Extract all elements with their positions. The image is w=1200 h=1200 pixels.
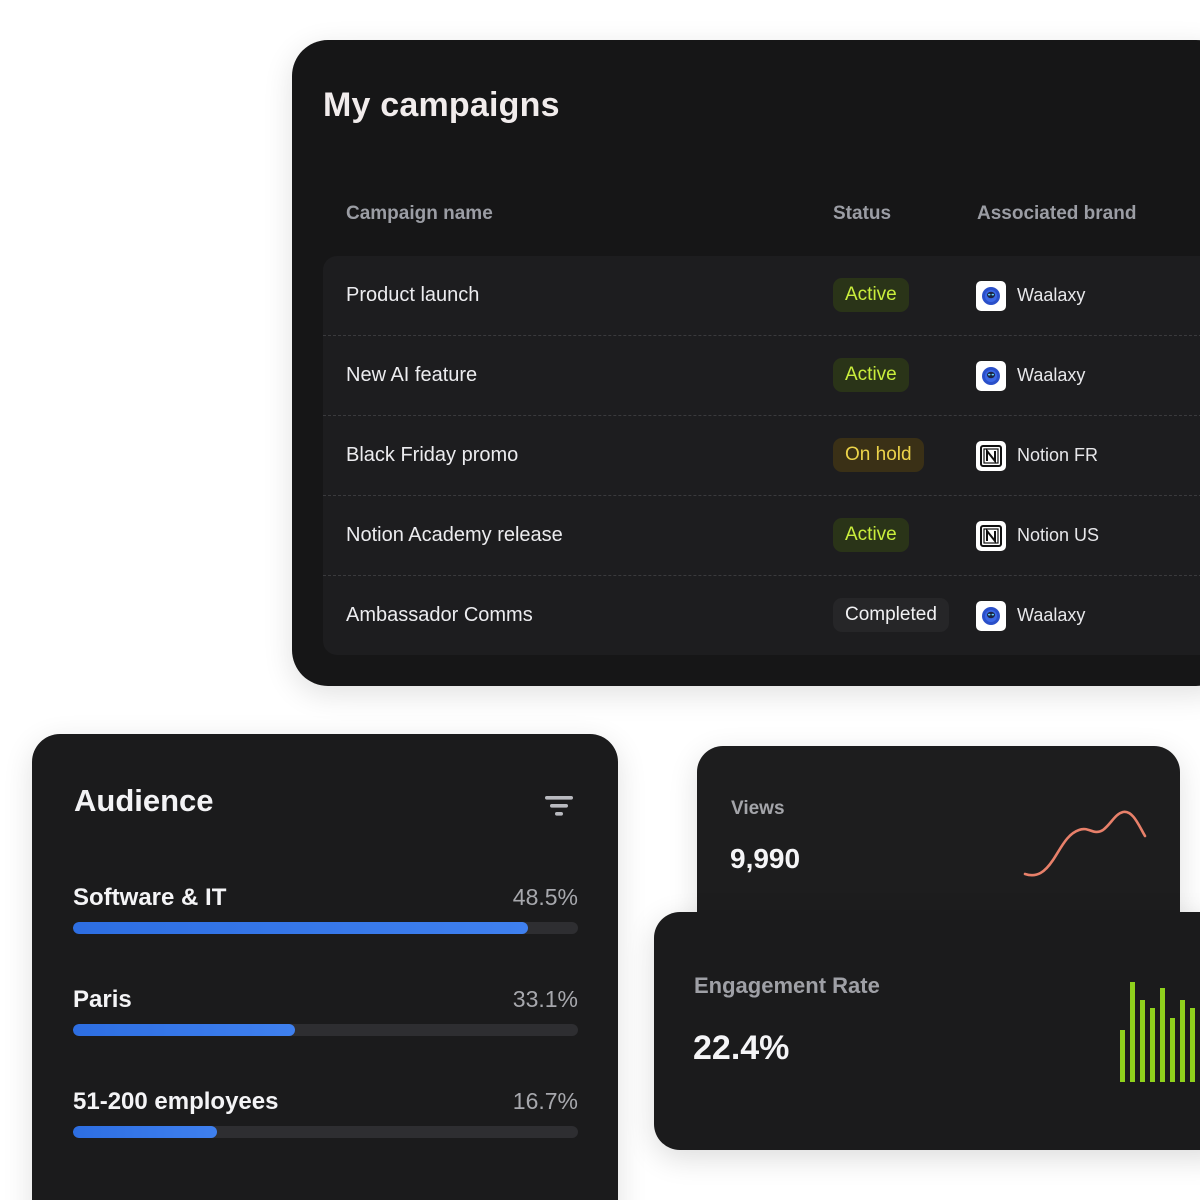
campaigns-card: My campaigns Campaign name Status Associ… (292, 40, 1200, 686)
alien-icon (976, 601, 1006, 631)
table-row[interactable]: Product launch Active Waalaxy (323, 256, 1200, 336)
brand-name: Notion FR (1017, 445, 1099, 465)
filter-icon[interactable] (544, 794, 574, 818)
campaign-name: Black Friday promo (346, 444, 519, 466)
views-value: 9,990 (730, 843, 801, 874)
sparkline-chart (1023, 810, 1147, 877)
status-badge: Active (833, 358, 909, 392)
audience-card: Audience Software & IT 48.5% Paris 33.1%… (32, 734, 618, 1200)
table-row[interactable]: Ambassador Comms Completed Waalaxy (323, 576, 1200, 656)
chart-bar (1120, 1030, 1125, 1082)
campaigns-table-body: Product launch Active Waalaxy New AI fea… (323, 256, 1200, 655)
notion-icon (976, 521, 1006, 551)
audience-item-label: 51-200 employees (73, 1088, 279, 1115)
progress-fill (73, 1126, 217, 1138)
chart-bar (1150, 1008, 1155, 1082)
chart-bar (1160, 988, 1165, 1082)
audience-item-value: 48.5% (512, 884, 578, 910)
status-badge: Active (833, 278, 909, 312)
status-badge: Active (833, 518, 909, 552)
audience-item-paris: Paris 33.1% (73, 986, 578, 1046)
progress-fill (73, 1024, 296, 1036)
progress-track (73, 1126, 578, 1138)
engagement-card: Engagement Rate 22.4% (654, 912, 1200, 1150)
audience-item-employees: 51-200 employees 16.7% (73, 1088, 578, 1148)
engagement-label: Engagement Rate (694, 973, 880, 998)
bar-chart (1120, 982, 1195, 1082)
column-header-associated-brand[interactable]: Associated brand (977, 203, 1136, 225)
alien-icon (976, 361, 1006, 391)
chart-bar (1130, 982, 1135, 1082)
table-row[interactable]: New AI feature Active Waalaxy (323, 336, 1200, 416)
chart-bar (1140, 1000, 1145, 1082)
views-label: Views (731, 798, 785, 819)
status-badge: Completed (833, 598, 949, 632)
campaign-name: Ambassador Comms (346, 604, 533, 626)
table-row[interactable]: Notion Academy release Active Notion US (323, 496, 1200, 576)
progress-fill (73, 922, 528, 934)
table-header: Campaign name Status Associated brand (323, 200, 1200, 256)
audience-item-value: 33.1% (512, 986, 578, 1012)
chart-bar (1170, 1018, 1175, 1082)
table-row[interactable]: Black Friday promo On hold Notion FR (323, 416, 1200, 496)
column-header-status[interactable]: Status (833, 203, 891, 225)
notion-icon (976, 441, 1006, 471)
progress-track (73, 1024, 578, 1036)
progress-track (73, 922, 578, 934)
engagement-value: 22.4% (693, 1029, 790, 1067)
alien-icon (976, 281, 1006, 311)
status-badge: On hold (833, 438, 924, 472)
column-header-campaign-name[interactable]: Campaign name (346, 203, 493, 225)
brand-name: Notion US (1017, 525, 1100, 545)
campaigns-title: My campaigns (323, 86, 560, 124)
brand-name: Waalaxy (1017, 285, 1086, 305)
chart-bar (1180, 1000, 1185, 1082)
brand-name: Waalaxy (1017, 365, 1086, 385)
audience-title: Audience (74, 783, 214, 818)
audience-item-software-it: Software & IT 48.5% (73, 884, 578, 944)
campaign-name: Notion Academy release (346, 524, 563, 546)
campaign-name: Product launch (346, 284, 480, 306)
campaign-name: New AI feature (346, 364, 478, 386)
audience-item-value: 16.7% (512, 1088, 578, 1114)
audience-item-label: Software & IT (73, 884, 227, 911)
brand-name: Waalaxy (1017, 605, 1086, 625)
audience-item-label: Paris (73, 986, 132, 1013)
sparkline-path (1023, 810, 1147, 877)
chart-bar (1190, 1008, 1195, 1082)
